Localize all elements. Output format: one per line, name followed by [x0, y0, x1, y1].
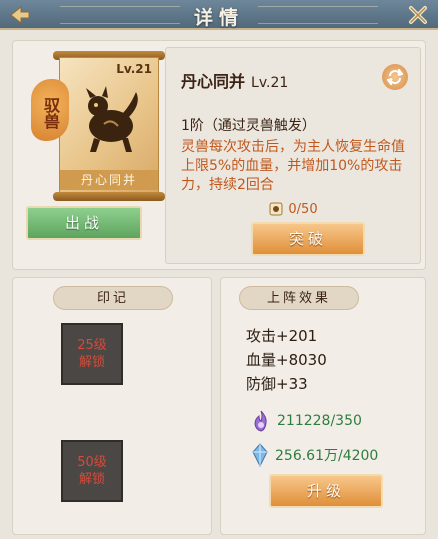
hp-stat: 血量+8030 [246, 351, 327, 369]
blue-resource-value: 256.61万/4200 [275, 448, 379, 464]
skill-level: Lv.21 [251, 75, 289, 91]
skill-description: 灵兽每次攻击后，为主人恢复生命值上限5%的血量，并增加10%的攻击力，持续2回合 [181, 139, 405, 193]
refresh-button[interactable] [382, 64, 408, 90]
seal-slot-locked[interactable]: 25级 解锁 [61, 323, 123, 385]
purple-resource-value: 211228/350 [277, 413, 362, 429]
blue-resource-row: 256.61万/4200 [251, 443, 378, 467]
seal-slot-2-level: 50级 [77, 455, 107, 470]
skill-exp-value: 0/50 [288, 201, 318, 217]
close-button[interactable] [404, 2, 432, 28]
defense-stat: 防御+33 [246, 375, 308, 393]
refresh-icon [387, 69, 403, 85]
skill-exp: 0/50 [166, 200, 420, 218]
scroll-paper: Lv.21 丹心同并 [59, 57, 159, 193]
close-x-icon [409, 6, 427, 24]
title-bar: 详情 [0, 0, 438, 30]
beast-illustration [86, 86, 138, 152]
seal-slot-2-status: 解锁 [78, 472, 105, 487]
skill-title: 丹心同并 Lv.21 [181, 68, 288, 92]
skill-rank: 1阶（通过灵兽触发） [181, 118, 316, 134]
beast-name: 丹心同并 [60, 170, 158, 190]
blue-crystal-icon [252, 443, 268, 467]
skill-name: 丹心同并 [181, 72, 246, 91]
beast-level: Lv.21 [116, 62, 152, 76]
beast-type-tag: 驭兽 [31, 79, 69, 141]
seal-slot-1-status: 解锁 [78, 355, 105, 370]
page-title: 详情 [193, 7, 244, 29]
skill-detail-box: 丹心同并 Lv.21 1阶（通过灵兽触发） 灵兽每次攻击后，为主人恢复生命值上限5… [165, 47, 421, 264]
seal-slot-1-level: 25级 [77, 338, 107, 353]
battle-effect-title: 上阵效果 [239, 286, 359, 310]
purple-resource-row: 211228/350 [251, 410, 362, 432]
breakthrough-button[interactable]: 突破 [251, 222, 365, 256]
battle-effect-panel: 上阵效果 攻击+201 血量+8030 防御+33 211228/350 256… [220, 277, 426, 535]
attack-stat: 攻击+201 [246, 327, 318, 345]
scroll-rod-bottom [53, 192, 165, 201]
deploy-button[interactable]: 出战 [26, 206, 142, 240]
seal-panel: 印记 25级 解锁 50级 解锁 [12, 277, 212, 535]
scroll-token-icon [269, 202, 283, 216]
seal-slot-locked[interactable]: 50级 解锁 [61, 440, 123, 502]
purple-flame-icon [254, 410, 267, 432]
beast-scroll-card[interactable]: Lv.21 丹心同并 驭兽 [31, 51, 165, 201]
upgrade-button[interactable]: 升级 [269, 474, 383, 508]
seal-title: 印记 [53, 286, 173, 310]
beast-detail-panel: Lv.21 丹心同并 驭兽 出战 丹心同并 Lv.21 1阶（通过灵兽触发） 灵… [12, 40, 426, 270]
